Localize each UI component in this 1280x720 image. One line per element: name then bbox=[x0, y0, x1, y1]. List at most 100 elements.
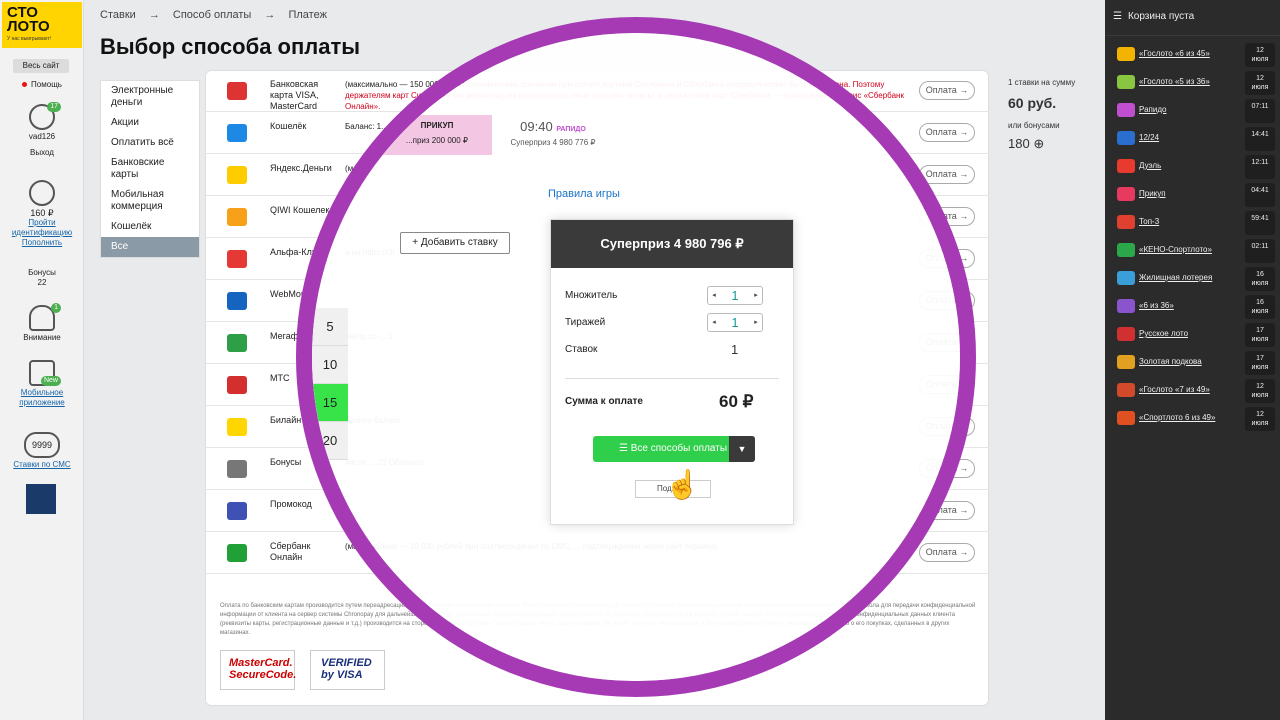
lottery-name[interactable]: «КЕНО-Спортлото» bbox=[1139, 245, 1212, 254]
attention-badge: 1 bbox=[51, 303, 61, 313]
mobile-app-block[interactable]: New Мобильное приложение bbox=[0, 360, 84, 408]
sms-block[interactable]: 9999 Ставки по СМС bbox=[0, 432, 84, 470]
lottery-item[interactable]: «КЕНО-Спортлото» 02:11 bbox=[1113, 238, 1275, 264]
wallet-block[interactable]: 160 ₽ Пройти идентификацию Пополнить bbox=[0, 180, 84, 248]
tab-prikup-sum: ...приз 200 000 ₽ bbox=[405, 136, 469, 145]
sum-label: Сумма к оплате bbox=[565, 396, 643, 407]
draws-stepper[interactable]: ◂ 1 ▸ bbox=[707, 313, 763, 332]
lottery-item[interactable]: Жилищная лотерея 16 июля bbox=[1113, 266, 1275, 292]
bonuses-block[interactable]: Бонусы 22 bbox=[0, 268, 84, 288]
lottery-item[interactable]: Дуэль 12:11 bbox=[1113, 154, 1275, 180]
pay-button[interactable]: Оплата → bbox=[919, 81, 975, 100]
tab-rapido-label: РАПИДО bbox=[556, 126, 586, 133]
lottery-item[interactable]: Русское лото 17 июля bbox=[1113, 322, 1275, 348]
lottery-time-value: 12 bbox=[1256, 75, 1264, 82]
payment-method-icon bbox=[227, 250, 247, 268]
user-block[interactable]: 17 vad126 Выход bbox=[0, 102, 84, 158]
balance: 160 ₽ bbox=[30, 208, 54, 218]
lottery-item[interactable]: 12/24 14:41 bbox=[1113, 126, 1275, 152]
topup-link[interactable]: Пополнить bbox=[0, 238, 84, 248]
category-menu: Электронные деньги Акции Оплатить всё Ба… bbox=[100, 80, 200, 258]
payment-method-icon bbox=[227, 124, 247, 142]
lottery-icon bbox=[1117, 159, 1135, 173]
chevron-down-icon[interactable]: ▼ bbox=[729, 436, 755, 462]
decrement-icon[interactable]: ◂ bbox=[709, 314, 719, 331]
number-option[interactable]: 5 bbox=[312, 308, 348, 346]
order-summary: 1 ставки на сумму 60 руб. или бонусами 1… bbox=[1008, 78, 1075, 152]
number-picker: 5 10 15 20 bbox=[312, 308, 348, 460]
all-methods-label: Все способы оплаты bbox=[630, 443, 728, 454]
identification-link[interactable]: Пройти идентификацию bbox=[0, 218, 84, 238]
lottery-name[interactable]: «Гослото «5 из 36» bbox=[1139, 77, 1210, 86]
number-option[interactable]: 10 bbox=[312, 346, 348, 384]
multiplier-value: 1 bbox=[731, 288, 739, 303]
lottery-time-value: 12 bbox=[1256, 411, 1264, 418]
lottery-item[interactable]: Прикуп 04:41 bbox=[1113, 182, 1275, 208]
lottery-item[interactable]: «Гослото «6 из 45» 12 июля bbox=[1113, 42, 1275, 68]
magnifier-lens: ПРИКУП ...приз 200 000 ₽ 09:40 РАПИДО Су… bbox=[312, 33, 960, 681]
lottery-item[interactable]: «6 из 36» 16 июля bbox=[1113, 294, 1275, 320]
draws-label: Тиражей bbox=[565, 317, 606, 328]
number-option[interactable]: 20 bbox=[312, 422, 348, 460]
lottery-name[interactable]: Топ-3 bbox=[1139, 217, 1159, 226]
menu-item[interactable]: Банковские карты bbox=[101, 153, 199, 185]
logo[interactable]: СТО ЛОТО У нас выигрывают! bbox=[2, 2, 82, 48]
lottery-item[interactable]: Золотая подкова 17 июля bbox=[1113, 350, 1275, 376]
logout-link[interactable]: Выход bbox=[0, 148, 84, 158]
byvisa-text: by VISA bbox=[321, 669, 363, 681]
breadcrumb-item[interactable]: Способ оплаты bbox=[173, 9, 251, 21]
pay-button[interactable]: Оплата → bbox=[919, 123, 975, 142]
lottery-name[interactable]: «Спортлото 6 из 49» bbox=[1139, 413, 1215, 422]
increment-icon[interactable]: ▸ bbox=[751, 314, 761, 331]
lottery-item[interactable]: «Гослото «5 из 36» 12 июля bbox=[1113, 70, 1275, 96]
menu-item[interactable]: Кошелёк bbox=[101, 217, 199, 237]
partner-logo[interactable] bbox=[26, 484, 56, 514]
lottery-name[interactable]: Русское лото bbox=[1139, 329, 1188, 338]
decrement-icon[interactable]: ◂ bbox=[709, 287, 719, 304]
rules-link[interactable]: Правила игры bbox=[548, 188, 620, 200]
lottery-icon bbox=[1117, 47, 1135, 61]
multiplier-stepper[interactable]: ◂ 1 ▸ bbox=[707, 286, 763, 305]
lottery-time-value: 07:11 bbox=[1251, 103, 1269, 110]
lottery-time: 59:41 bbox=[1245, 211, 1275, 235]
lottery-name[interactable]: «6 из 36» bbox=[1139, 301, 1174, 310]
menu-item[interactable]: Электронные деньги bbox=[101, 81, 199, 113]
lottery-item[interactable]: Топ-3 59:41 bbox=[1113, 210, 1275, 236]
help-link[interactable]: Помощь bbox=[0, 80, 84, 89]
lottery-time: 02:11 bbox=[1245, 239, 1275, 263]
increment-icon[interactable]: ▸ bbox=[751, 287, 761, 304]
tab-prikup-label: ПРИКУП bbox=[420, 121, 454, 130]
menu-item[interactable]: Оплатить всё bbox=[101, 133, 199, 153]
add-bet-button[interactable]: + Добавить ставку bbox=[400, 232, 510, 254]
lottery-name[interactable]: 12/24 bbox=[1139, 133, 1159, 142]
all-sites-button[interactable]: Весь сайт bbox=[13, 59, 69, 73]
menu-item[interactable]: Мобильная коммерция bbox=[101, 185, 199, 217]
lottery-time-value: 59:41 bbox=[1251, 215, 1269, 222]
tab-rapido[interactable]: 09:40 РАПИДО Суперприз 4 980 776 ₽ bbox=[494, 115, 612, 155]
breadcrumb-item[interactable]: Ставки bbox=[100, 9, 136, 21]
lottery-item[interactable]: Рапидо 07:11 bbox=[1113, 98, 1275, 124]
pay-button[interactable]: Оплата → bbox=[919, 543, 975, 562]
mobile-app-link[interactable]: Мобильное приложение bbox=[12, 388, 72, 408]
left-sidebar: СТО ЛОТО У нас выигрывают! Весь сайт Пом… bbox=[0, 0, 84, 720]
lottery-name[interactable]: Рапидо bbox=[1139, 105, 1166, 114]
lottery-item[interactable]: «Спортлото 6 из 49» 12 июля bbox=[1113, 406, 1275, 432]
payment-method-icon bbox=[227, 82, 247, 100]
lottery-item[interactable]: «Гослото «7 из 49» 12 июля bbox=[1113, 378, 1275, 404]
tab-prikup[interactable]: ПРИКУП ...приз 200 000 ₽ bbox=[382, 115, 492, 155]
lottery-name[interactable]: Жилищная лотерея bbox=[1139, 273, 1212, 282]
lottery-name[interactable]: Прикуп bbox=[1139, 189, 1166, 198]
lottery-name[interactable]: «Гослото «6 из 45» bbox=[1139, 49, 1210, 58]
menu-item-active[interactable]: Все bbox=[101, 237, 199, 257]
attention-block[interactable]: 1 Внимание bbox=[0, 303, 84, 343]
number-option-selected[interactable]: 15 bbox=[312, 384, 348, 422]
lottery-name[interactable]: Золотая подкова bbox=[1139, 357, 1202, 366]
cart-empty[interactable]: Корзина пуста bbox=[1105, 0, 1280, 36]
lottery-name[interactable]: Дуэль bbox=[1139, 161, 1161, 170]
sms-link[interactable]: Ставки по СМС bbox=[0, 460, 84, 470]
username[interactable]: vad126 bbox=[0, 132, 84, 142]
breadcrumb: Ставки → Способ оплаты → Платеж bbox=[100, 9, 337, 21]
lottery-time-value: 16 bbox=[1256, 271, 1264, 278]
lottery-name[interactable]: «Гослото «7 из 49» bbox=[1139, 385, 1210, 394]
menu-item[interactable]: Акции bbox=[101, 113, 199, 133]
